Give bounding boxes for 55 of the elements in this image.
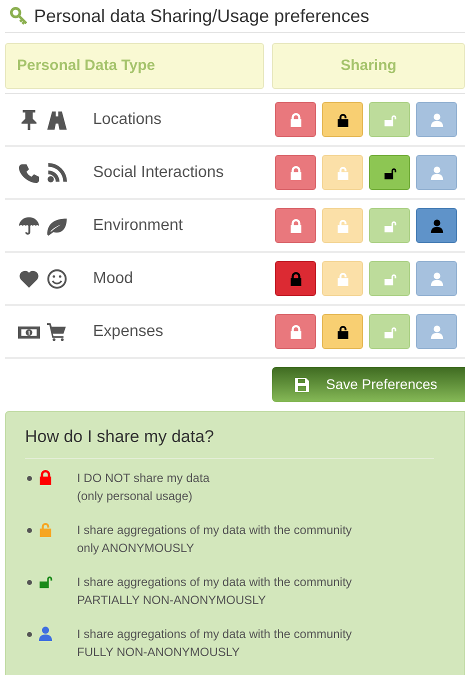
column-header: Personal Data Type [5, 43, 264, 89]
unlocked-icon [382, 112, 396, 126]
unlocked-icon [38, 522, 53, 536]
lock-icon [38, 470, 53, 484]
sharing-option-button[interactable] [322, 102, 363, 137]
user-icon [430, 166, 444, 180]
data-type-label: Mood [93, 268, 134, 288]
lock-icon [288, 324, 302, 338]
lock-icon [288, 166, 302, 180]
lock-icon [288, 218, 302, 232]
data-type-label: Social Interactions [93, 162, 225, 182]
bullet [27, 580, 32, 584]
data-type-label: Environment [93, 216, 184, 236]
key-icon [10, 7, 28, 25]
unlocked-icon [382, 166, 396, 180]
bullet [27, 476, 32, 480]
user-icon [430, 112, 444, 126]
rss-icon [46, 162, 68, 182]
legend-description: I DO NOT share my data (only personal usage) [77, 470, 210, 504]
lock-icon [288, 112, 302, 126]
save-button[interactable]: Save Preferences [272, 367, 465, 402]
user-icon [430, 324, 444, 338]
legend-description: I share aggregations of my data with the community only ANONYMOUSLY [77, 522, 352, 556]
unlocked-icon [336, 324, 350, 338]
unlocked-icon [336, 218, 350, 232]
bullet [27, 528, 32, 532]
sharing-option-button[interactable] [322, 314, 363, 349]
smiley-icon [46, 268, 68, 288]
unlocked-icon [382, 218, 396, 232]
leaf-icon [46, 216, 68, 236]
data-type-label: Locations [93, 110, 162, 130]
user-icon [38, 626, 53, 640]
sharing-option-button[interactable] [416, 208, 457, 243]
unlocked-icon [336, 272, 350, 286]
lock-icon [288, 272, 302, 286]
unlocked-icon [38, 574, 53, 588]
phone-icon [18, 162, 40, 182]
sharing-option-button[interactable] [369, 155, 410, 190]
unlocked-icon [382, 324, 396, 338]
page-title: Personal data Sharing/Usage preferences [34, 4, 370, 28]
cart-icon [46, 322, 68, 342]
unlocked-icon [382, 272, 396, 286]
unlocked-icon [336, 112, 350, 126]
unlocked-icon [336, 166, 350, 180]
road-icon [46, 110, 68, 130]
user-icon [430, 218, 444, 232]
legend-description: I share aggregations of my data with the community FULLY NON-ANONYMOUSLY [77, 626, 352, 660]
data-type-label: Expenses [93, 322, 164, 342]
heart-icon [18, 268, 40, 288]
bullet [27, 632, 32, 636]
legend-title: How do I share my data? [25, 424, 434, 458]
legend-description: I share aggregations of my data with the community PARTIALLY NON-ANONYMOUSLY [77, 574, 352, 608]
column-header: Sharing [272, 43, 465, 89]
user-icon [430, 272, 444, 286]
umbrella-icon [18, 216, 40, 236]
